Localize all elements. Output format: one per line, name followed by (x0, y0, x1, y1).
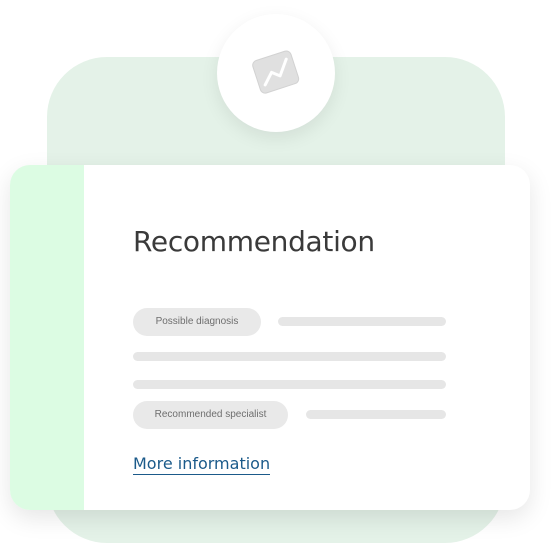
icon-badge (217, 14, 335, 132)
recommendation-card: Recommendation Possible diagnosis Recomm… (10, 165, 530, 510)
placeholder-line (306, 410, 446, 419)
placeholder-line (133, 352, 446, 361)
card-accent-bar (10, 165, 84, 510)
recommended-specialist-chip: Recommended specialist (133, 401, 288, 429)
recommendation-illustration: Recommendation Possible diagnosis Recomm… (0, 0, 555, 554)
possible-diagnosis-chip: Possible diagnosis (133, 308, 261, 336)
chart-trend-icon (252, 50, 300, 94)
placeholder-line (278, 317, 446, 326)
card-title: Recommendation (133, 225, 375, 258)
more-information-link[interactable]: More information (133, 454, 271, 475)
placeholder-line (133, 380, 446, 389)
